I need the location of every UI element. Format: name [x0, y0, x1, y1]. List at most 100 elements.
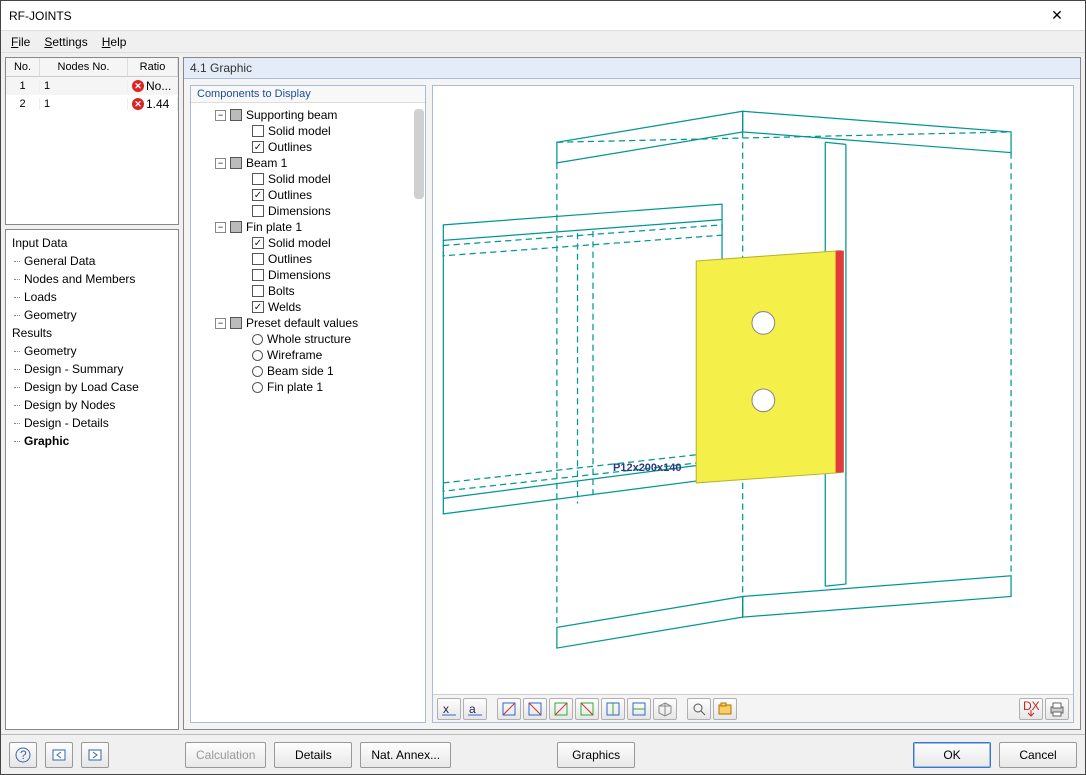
node-solid-model[interactable]: ✓ Solid model — [193, 235, 423, 251]
grid-row[interactable]: 1 1 ✕No... — [6, 77, 178, 95]
results-grid[interactable]: No. Nodes No. Ratio 1 1 ✕No... 2 1 ✕1.44 — [5, 57, 179, 225]
radio-fin-plate1[interactable]: Fin plate 1 — [193, 379, 423, 395]
col-ratio[interactable]: Ratio — [128, 58, 178, 76]
node-outlines[interactable]: ✓ Outlines — [193, 139, 423, 155]
checkbox-tri[interactable] — [230, 109, 242, 121]
help-button[interactable]: ? — [9, 742, 37, 768]
collapse-icon[interactable]: − — [215, 158, 226, 169]
graphics-button[interactable]: Graphics — [557, 742, 635, 768]
view-nxz-button[interactable] — [523, 698, 547, 720]
checkbox-tri[interactable] — [230, 221, 242, 233]
checkbox[interactable] — [252, 285, 264, 297]
checkbox-checked[interactable]: ✓ — [252, 189, 264, 201]
view-toolbar: x a DXF — [433, 694, 1073, 722]
radio-whole-structure[interactable]: Whole structure — [193, 331, 423, 347]
error-icon: ✕ — [132, 98, 144, 110]
checkbox[interactable] — [252, 253, 264, 265]
next-record-button[interactable] — [81, 742, 109, 768]
view-xy-button[interactable] — [601, 698, 625, 720]
collapse-icon[interactable]: − — [215, 222, 226, 233]
collapse-icon[interactable]: − — [215, 110, 226, 121]
node-solid-model[interactable]: Solid model — [193, 123, 423, 139]
collapse-icon[interactable]: − — [215, 318, 226, 329]
radio-wireframe[interactable]: Wireframe — [193, 347, 423, 363]
checkbox-checked[interactable]: ✓ — [252, 237, 264, 249]
cancel-button[interactable]: Cancel — [999, 742, 1077, 768]
svg-text:x: x — [443, 702, 449, 716]
graphic-viewport[interactable]: P12x200x140 — [433, 86, 1073, 694]
node-dimensions[interactable]: Dimensions — [193, 267, 423, 283]
axis-x-button[interactable]: x — [437, 698, 461, 720]
node-outlines[interactable]: Outlines — [193, 251, 423, 267]
menu-settings[interactable]: Settings — [38, 33, 93, 51]
error-icon: ✕ — [132, 80, 144, 92]
nav-design-details[interactable]: Design - Details — [8, 414, 176, 432]
scrollbar-thumb[interactable] — [414, 109, 424, 199]
snapshot-button[interactable] — [713, 698, 737, 720]
checkbox-checked[interactable]: ✓ — [252, 301, 264, 313]
node-fin-plate1[interactable]: − Fin plate 1 — [193, 219, 423, 235]
grid-row[interactable]: 2 1 ✕1.44 — [6, 95, 178, 113]
radio[interactable] — [252, 334, 263, 345]
nav-design-nodes[interactable]: Design by Nodes — [8, 396, 176, 414]
menu-file[interactable]: File — [5, 33, 36, 51]
view-nyz-button[interactable] — [575, 698, 599, 720]
checkbox[interactable] — [252, 205, 264, 217]
view-yz-button[interactable] — [549, 698, 573, 720]
checkbox[interactable] — [252, 125, 264, 137]
print-button[interactable] — [1045, 698, 1069, 720]
calculation-button[interactable]: Calculation — [185, 742, 266, 768]
radio[interactable] — [252, 350, 263, 361]
nav-design-summary[interactable]: Design - Summary — [8, 360, 176, 378]
checkbox-checked[interactable]: ✓ — [252, 141, 264, 153]
svg-text:a: a — [469, 702, 476, 716]
svg-text:?: ? — [20, 748, 27, 762]
nav-graphic[interactable]: Graphic — [8, 432, 176, 450]
radio[interactable] — [252, 382, 263, 393]
node-beam1[interactable]: − Beam 1 — [193, 155, 423, 171]
checkbox[interactable] — [252, 269, 264, 281]
node-solid-model[interactable]: Solid model — [193, 171, 423, 187]
nav-loads[interactable]: Loads — [8, 288, 176, 306]
zoom-button[interactable] — [687, 698, 711, 720]
view-nxy-button[interactable] — [627, 698, 651, 720]
checkbox-tri[interactable] — [230, 157, 242, 169]
nav-geometry-input[interactable]: Geometry — [8, 306, 176, 324]
radio-beam-side1[interactable]: Beam side 1 — [193, 363, 423, 379]
nav-results[interactable]: Results — [8, 324, 176, 342]
col-nodes[interactable]: Nodes No. — [40, 58, 128, 76]
nav-tree[interactable]: Input Data General Data Nodes and Member… — [5, 229, 179, 730]
checkbox-tri[interactable] — [230, 317, 242, 329]
nat-annex-button[interactable]: Nat. Annex... — [360, 742, 451, 768]
nav-input-data[interactable]: Input Data — [8, 234, 176, 252]
close-button[interactable]: ✕ — [1037, 7, 1077, 24]
components-tree[interactable]: − Supporting beam Solid model ✓ — [191, 103, 425, 722]
axis-a-button[interactable]: a — [463, 698, 487, 720]
menubar: File Settings Help — [1, 31, 1085, 53]
node-outlines[interactable]: ✓ Outlines — [193, 187, 423, 203]
node-supporting-beam[interactable]: − Supporting beam — [193, 107, 423, 123]
view-xz-button[interactable] — [497, 698, 521, 720]
node-welds[interactable]: ✓ Welds — [193, 299, 423, 315]
ok-button[interactable]: OK — [913, 742, 991, 768]
node-preset[interactable]: − Preset default values — [193, 315, 423, 331]
nav-nodes-members[interactable]: Nodes and Members — [8, 270, 176, 288]
nav-general-data[interactable]: General Data — [8, 252, 176, 270]
plate-label: P12x200x140 — [613, 462, 682, 474]
view-iso-button[interactable] — [653, 698, 677, 720]
radio[interactable] — [252, 366, 263, 377]
col-no[interactable]: No. — [6, 58, 40, 76]
nav-geometry-results[interactable]: Geometry — [8, 342, 176, 360]
node-bolts[interactable]: Bolts — [193, 283, 423, 299]
prev-record-button[interactable] — [45, 742, 73, 768]
node-dimensions[interactable]: Dimensions — [193, 203, 423, 219]
panel-title: 4.1 Graphic — [184, 58, 1080, 79]
checkbox[interactable] — [252, 173, 264, 185]
bottom-bar: ? Calculation Details Nat. Annex... Grap… — [1, 734, 1085, 774]
menu-help[interactable]: Help — [96, 33, 133, 51]
details-button[interactable]: Details — [274, 742, 352, 768]
joint-drawing — [433, 86, 1073, 694]
window-title: RF-JOINTS — [9, 9, 72, 23]
nav-design-lc[interactable]: Design by Load Case — [8, 378, 176, 396]
dxf-export-button[interactable]: DXF — [1019, 698, 1043, 720]
